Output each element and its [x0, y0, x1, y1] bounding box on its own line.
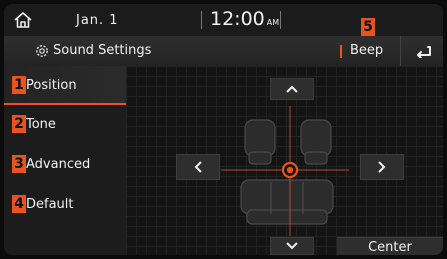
front-right-seat [300, 119, 332, 157]
status-divider [201, 11, 202, 29]
beep-indicator [340, 45, 342, 58]
balance-left-button[interactable] [176, 154, 220, 180]
callout-badge-3: 3 [12, 155, 26, 173]
clock: 12:00 AM [210, 8, 279, 30]
sidebar-item-label: Tone [26, 117, 56, 132]
fader-down-button[interactable] [270, 237, 314, 255]
home-icon[interactable] [12, 10, 34, 30]
sound-settings-screen: Jan. 1 12:00 AM Sound Settings Beep Posit… [4, 4, 443, 255]
center-button[interactable]: Center [337, 237, 443, 255]
chevron-down-icon [286, 242, 298, 250]
clock-ampm: AM [266, 18, 280, 27]
clock-time: 12:00 [210, 8, 265, 30]
sidebar-item-label: Position [26, 78, 77, 93]
sidebar-item-label: Advanced [26, 157, 91, 172]
title-bar: Sound Settings Beep [4, 36, 443, 67]
balance-point-icon [281, 161, 299, 179]
balance-right-button[interactable] [360, 154, 404, 180]
car-seats-diagram [221, 106, 349, 236]
chevron-left-icon [194, 161, 202, 173]
date-display: Jan. 1 [76, 13, 119, 28]
back-arrow-icon [416, 46, 431, 58]
front-left-seat [244, 119, 276, 157]
sidebar-item-label: Default [26, 197, 74, 212]
callout-badge-4: 4 [12, 195, 26, 213]
callout-badge-2: 2 [12, 115, 26, 133]
status-divider-right [280, 11, 281, 29]
page-title: Sound Settings [53, 43, 152, 58]
chevron-up-icon [286, 85, 298, 93]
callout-badge-5: 5 [361, 18, 375, 36]
fader-up-button[interactable] [270, 78, 314, 100]
balance-fader-area[interactable]: Center [126, 66, 443, 255]
back-button[interactable] [400, 36, 443, 66]
callout-badge-1: 1 [12, 76, 26, 94]
gear-icon [36, 45, 48, 57]
status-bar: Jan. 1 12:00 AM [4, 4, 443, 36]
beep-button[interactable]: Beep [350, 43, 383, 58]
chevron-right-icon [378, 161, 386, 173]
rear-seat [240, 179, 334, 215]
